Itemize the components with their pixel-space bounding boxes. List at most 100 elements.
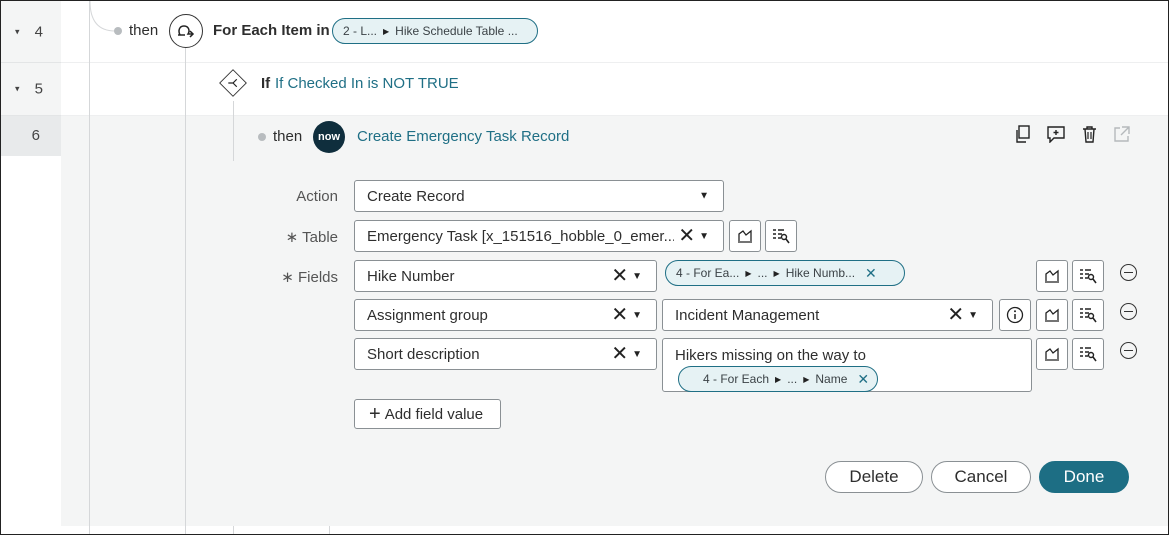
chevron-down-icon: ▼ [632, 270, 642, 282]
field-name-select[interactable]: Hike Number ✕ ▼ [354, 260, 657, 292]
collapse-caret-icon[interactable]: ▾ [15, 84, 20, 95]
data-pill-name[interactable]: 4 - For Each ▶ ... ▶ Name ✕ [678, 366, 878, 392]
if-keyword: If [261, 75, 271, 92]
pill-part: 4 - For Each [703, 372, 770, 386]
pill-part: Hike Numb... [785, 266, 856, 280]
chevron-down-icon: ▼ [632, 309, 642, 321]
plus-icon: + [369, 403, 381, 425]
field-name-value: Short description [367, 345, 480, 363]
chevron-down-icon: ▼ [632, 348, 642, 360]
trash-icon[interactable] [1079, 124, 1099, 144]
open-external-icon[interactable] [1111, 124, 1131, 144]
reference-lookup-button[interactable] [1072, 260, 1104, 292]
fields-label: ∗ Fields [281, 269, 338, 286]
action-select[interactable]: Create Record ▼ [354, 180, 724, 212]
pill-part: 4 - For Ea... [676, 266, 740, 280]
reference-lookup-icon [1080, 347, 1097, 362]
table-select[interactable]: Emergency Task [x_151516_hobble_0_emer..… [354, 220, 724, 252]
field-name-select[interactable]: Assignment group ✕ ▼ [354, 299, 657, 331]
data-pill-picker-button[interactable] [1036, 260, 1068, 292]
servicenow-logo-icon: now [313, 121, 345, 153]
info-icon [1006, 306, 1024, 324]
for-each-loop-icon [169, 14, 203, 48]
field-value: Incident Management [675, 306, 820, 324]
then-label: then [129, 22, 159, 39]
add-field-value-button[interactable]: + Add field value [354, 399, 501, 429]
table-value: Emergency Task [x_151516_hobble_0_emer..… [367, 227, 677, 245]
data-pill-picker-button[interactable] [1036, 338, 1068, 370]
row-gutter-6: 6 [1, 116, 61, 156]
then-label: then [273, 128, 303, 145]
clear-icon[interactable]: ✕ [611, 266, 628, 286]
data-pill-picker-button[interactable] [1036, 299, 1068, 331]
pill-separator-icon: ▶ [803, 374, 810, 384]
branch-dot [258, 133, 266, 141]
pill-separator-icon: ▶ [775, 374, 782, 384]
action-label: Action [296, 188, 338, 205]
pill-separator-icon: ▶ [773, 268, 780, 278]
reference-lookup-button[interactable] [1072, 338, 1104, 370]
remove-pill-icon[interactable]: ✕ [857, 371, 869, 388]
data-pill-picker-button[interactable] [729, 220, 761, 252]
field-name-value: Assignment group [367, 306, 488, 324]
data-pill-hike-number[interactable]: 4 - For Ea... ▶ ... ▶ Hike Numb... ✕ [665, 260, 905, 286]
reference-lookup-button[interactable] [1072, 299, 1104, 331]
if-condition-icon [218, 68, 248, 98]
row-gutter-4: ▾ 4 [1, 1, 61, 63]
add-comment-icon[interactable] [1046, 124, 1066, 144]
clear-icon[interactable]: ✕ [611, 305, 628, 325]
chevron-down-icon: ▼ [699, 230, 709, 242]
field-value-select[interactable]: Incident Management ✕ ▼ [662, 299, 993, 331]
row-divider [61, 62, 1168, 63]
remove-field-icon[interactable] [1120, 342, 1137, 359]
cancel-button[interactable]: Cancel [931, 461, 1031, 493]
field-name-value: Hike Number [367, 267, 455, 285]
for-each-title: For Each Item in [213, 22, 330, 39]
chevron-down-icon: ▼ [699, 190, 709, 202]
remove-field-icon[interactable] [1120, 264, 1137, 281]
add-field-label: Add field value [384, 405, 484, 423]
tree-line [233, 116, 234, 161]
action-title-link[interactable]: Create Emergency Task Record [357, 128, 569, 145]
data-pill-picker-icon [1045, 269, 1059, 283]
pill-part: Hike Schedule Table ... [395, 24, 518, 38]
pill-part: ... [757, 266, 768, 280]
clear-icon[interactable]: ✕ [947, 305, 964, 325]
data-pill-picker-icon [1045, 308, 1059, 322]
reference-lookup-icon [1080, 308, 1097, 323]
row-number: 6 [31, 127, 40, 144]
pill-separator-icon: ▶ [383, 26, 390, 36]
remove-field-icon[interactable] [1120, 303, 1137, 320]
pill-part: ... [787, 372, 798, 386]
data-pill-picker-icon [1045, 347, 1059, 361]
info-button[interactable] [999, 299, 1031, 331]
clear-icon[interactable]: ✕ [678, 226, 695, 246]
data-pill-picker-icon [738, 229, 752, 243]
pill-part: Name [815, 372, 848, 386]
if-condition-link[interactable]: If Checked In is NOT TRUE [275, 75, 459, 92]
table-label: ∗ Table [285, 229, 338, 246]
field-name-select[interactable]: Short description ✕ ▼ [354, 338, 657, 370]
action-value: Create Record [367, 187, 465, 205]
done-button[interactable]: Done [1039, 461, 1129, 493]
flow-designer-canvas: ▾ 4 ▾ 5 then For Each Item in 2 - L... ▶… [0, 0, 1169, 535]
data-pill-hike-schedule[interactable]: 2 - L... ▶ Hike Schedule Table ... [332, 18, 538, 44]
tree-line [89, 116, 90, 534]
tree-line [185, 116, 186, 534]
copy-icon[interactable] [1013, 124, 1033, 144]
reference-lookup-icon [1080, 269, 1097, 284]
pill-separator-icon: ▶ [745, 268, 752, 278]
chevron-down-icon: ▼ [968, 309, 978, 321]
row-number: 4 [34, 23, 43, 40]
pill-part: 2 - L... [343, 24, 378, 38]
remove-pill-icon[interactable]: ✕ [865, 265, 877, 282]
delete-button[interactable]: Delete [825, 461, 923, 493]
reference-lookup-icon [773, 229, 790, 244]
branch-dot [114, 27, 122, 35]
reference-lookup-button[interactable] [765, 220, 797, 252]
collapse-caret-icon[interactable]: ▾ [15, 26, 20, 37]
row-gutter-5: ▾ 5 [1, 63, 61, 116]
clear-icon[interactable]: ✕ [611, 344, 628, 364]
field-value: Hikers missing on the way to [675, 347, 866, 364]
row-number: 5 [34, 80, 43, 98]
